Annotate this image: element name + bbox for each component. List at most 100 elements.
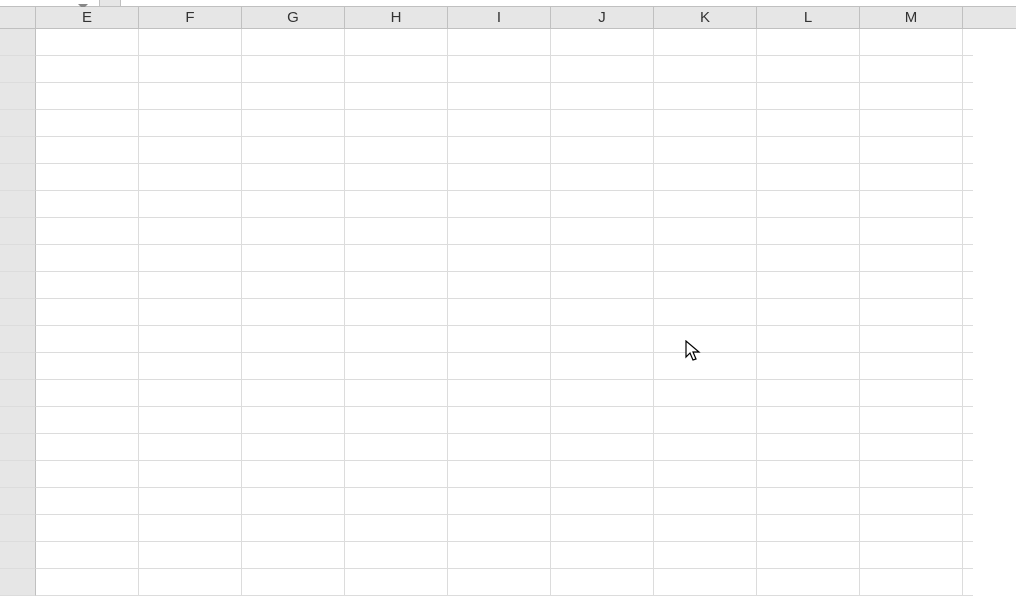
cell[interactable] <box>654 245 757 272</box>
cell[interactable] <box>345 110 448 137</box>
cell[interactable] <box>860 29 963 56</box>
cell[interactable] <box>654 407 757 434</box>
cell[interactable] <box>757 110 860 137</box>
cell-partial[interactable] <box>963 542 973 569</box>
cell[interactable] <box>551 461 654 488</box>
cell[interactable] <box>36 245 139 272</box>
cell[interactable] <box>139 488 242 515</box>
cell[interactable] <box>757 542 860 569</box>
column-header-E[interactable]: E <box>36 7 139 28</box>
cell[interactable] <box>242 326 345 353</box>
cell[interactable] <box>345 569 448 596</box>
cell[interactable] <box>36 110 139 137</box>
cell[interactable] <box>551 299 654 326</box>
cell[interactable] <box>757 56 860 83</box>
cell[interactable] <box>448 110 551 137</box>
cell[interactable] <box>448 326 551 353</box>
cell[interactable] <box>757 299 860 326</box>
cell[interactable] <box>36 83 139 110</box>
row-header-partial[interactable] <box>0 110 36 137</box>
cell[interactable] <box>448 515 551 542</box>
row-header-partial[interactable] <box>0 272 36 299</box>
cell[interactable] <box>345 488 448 515</box>
row-header-partial[interactable] <box>0 326 36 353</box>
cell[interactable] <box>139 461 242 488</box>
cell[interactable] <box>448 56 551 83</box>
cell[interactable] <box>757 83 860 110</box>
cell[interactable] <box>860 542 963 569</box>
cell[interactable] <box>551 191 654 218</box>
cell[interactable] <box>242 434 345 461</box>
cell[interactable] <box>860 245 963 272</box>
cell-partial[interactable] <box>963 461 973 488</box>
cell[interactable] <box>36 299 139 326</box>
cell[interactable] <box>345 164 448 191</box>
column-header-I[interactable]: I <box>448 7 551 28</box>
cell[interactable] <box>139 56 242 83</box>
cell[interactable] <box>860 272 963 299</box>
cell[interactable] <box>242 461 345 488</box>
cell[interactable] <box>654 164 757 191</box>
cell[interactable] <box>654 380 757 407</box>
cell[interactable] <box>654 488 757 515</box>
cell[interactable] <box>242 164 345 191</box>
cell[interactable] <box>551 434 654 461</box>
column-header-J[interactable]: J <box>551 7 654 28</box>
cell[interactable] <box>448 461 551 488</box>
row-header-partial[interactable] <box>0 542 36 569</box>
cell[interactable] <box>654 83 757 110</box>
cell[interactable] <box>345 380 448 407</box>
cell[interactable] <box>36 164 139 191</box>
cell[interactable] <box>139 569 242 596</box>
cell[interactable] <box>242 542 345 569</box>
cell[interactable] <box>551 137 654 164</box>
cell[interactable] <box>448 272 551 299</box>
cell[interactable] <box>139 137 242 164</box>
cell[interactable] <box>242 137 345 164</box>
cell[interactable] <box>551 542 654 569</box>
cell[interactable] <box>36 191 139 218</box>
cell[interactable] <box>860 326 963 353</box>
row-header-partial[interactable] <box>0 218 36 245</box>
cell[interactable] <box>36 326 139 353</box>
cell[interactable] <box>345 515 448 542</box>
row-header-partial[interactable] <box>0 380 36 407</box>
cell[interactable] <box>860 218 963 245</box>
cell[interactable] <box>448 569 551 596</box>
cell[interactable] <box>242 488 345 515</box>
cell[interactable] <box>860 83 963 110</box>
cell[interactable] <box>860 380 963 407</box>
cell[interactable] <box>757 488 860 515</box>
cell[interactable] <box>551 245 654 272</box>
row-header-partial[interactable] <box>0 515 36 542</box>
cell[interactable] <box>448 299 551 326</box>
cell[interactable] <box>757 29 860 56</box>
cell[interactable] <box>139 353 242 380</box>
cell[interactable] <box>139 110 242 137</box>
cell[interactable] <box>448 542 551 569</box>
cell[interactable] <box>448 407 551 434</box>
cell[interactable] <box>757 191 860 218</box>
cell[interactable] <box>242 299 345 326</box>
cell[interactable] <box>36 272 139 299</box>
column-header-partial-right[interactable] <box>963 7 973 28</box>
cell[interactable] <box>345 29 448 56</box>
column-header-K[interactable]: K <box>654 7 757 28</box>
cell[interactable] <box>345 542 448 569</box>
cell[interactable] <box>448 218 551 245</box>
cell[interactable] <box>139 29 242 56</box>
cell[interactable] <box>551 218 654 245</box>
cell-partial[interactable] <box>963 380 973 407</box>
cell-partial[interactable] <box>963 326 973 353</box>
cell-partial[interactable] <box>963 164 973 191</box>
column-header-F[interactable]: F <box>139 7 242 28</box>
cell[interactable] <box>139 245 242 272</box>
cell[interactable] <box>448 191 551 218</box>
cell-partial[interactable] <box>963 272 973 299</box>
cell[interactable] <box>654 515 757 542</box>
cell[interactable] <box>654 569 757 596</box>
cell[interactable] <box>757 434 860 461</box>
row-header-partial[interactable] <box>0 407 36 434</box>
cell-partial[interactable] <box>963 137 973 164</box>
cell[interactable] <box>139 191 242 218</box>
